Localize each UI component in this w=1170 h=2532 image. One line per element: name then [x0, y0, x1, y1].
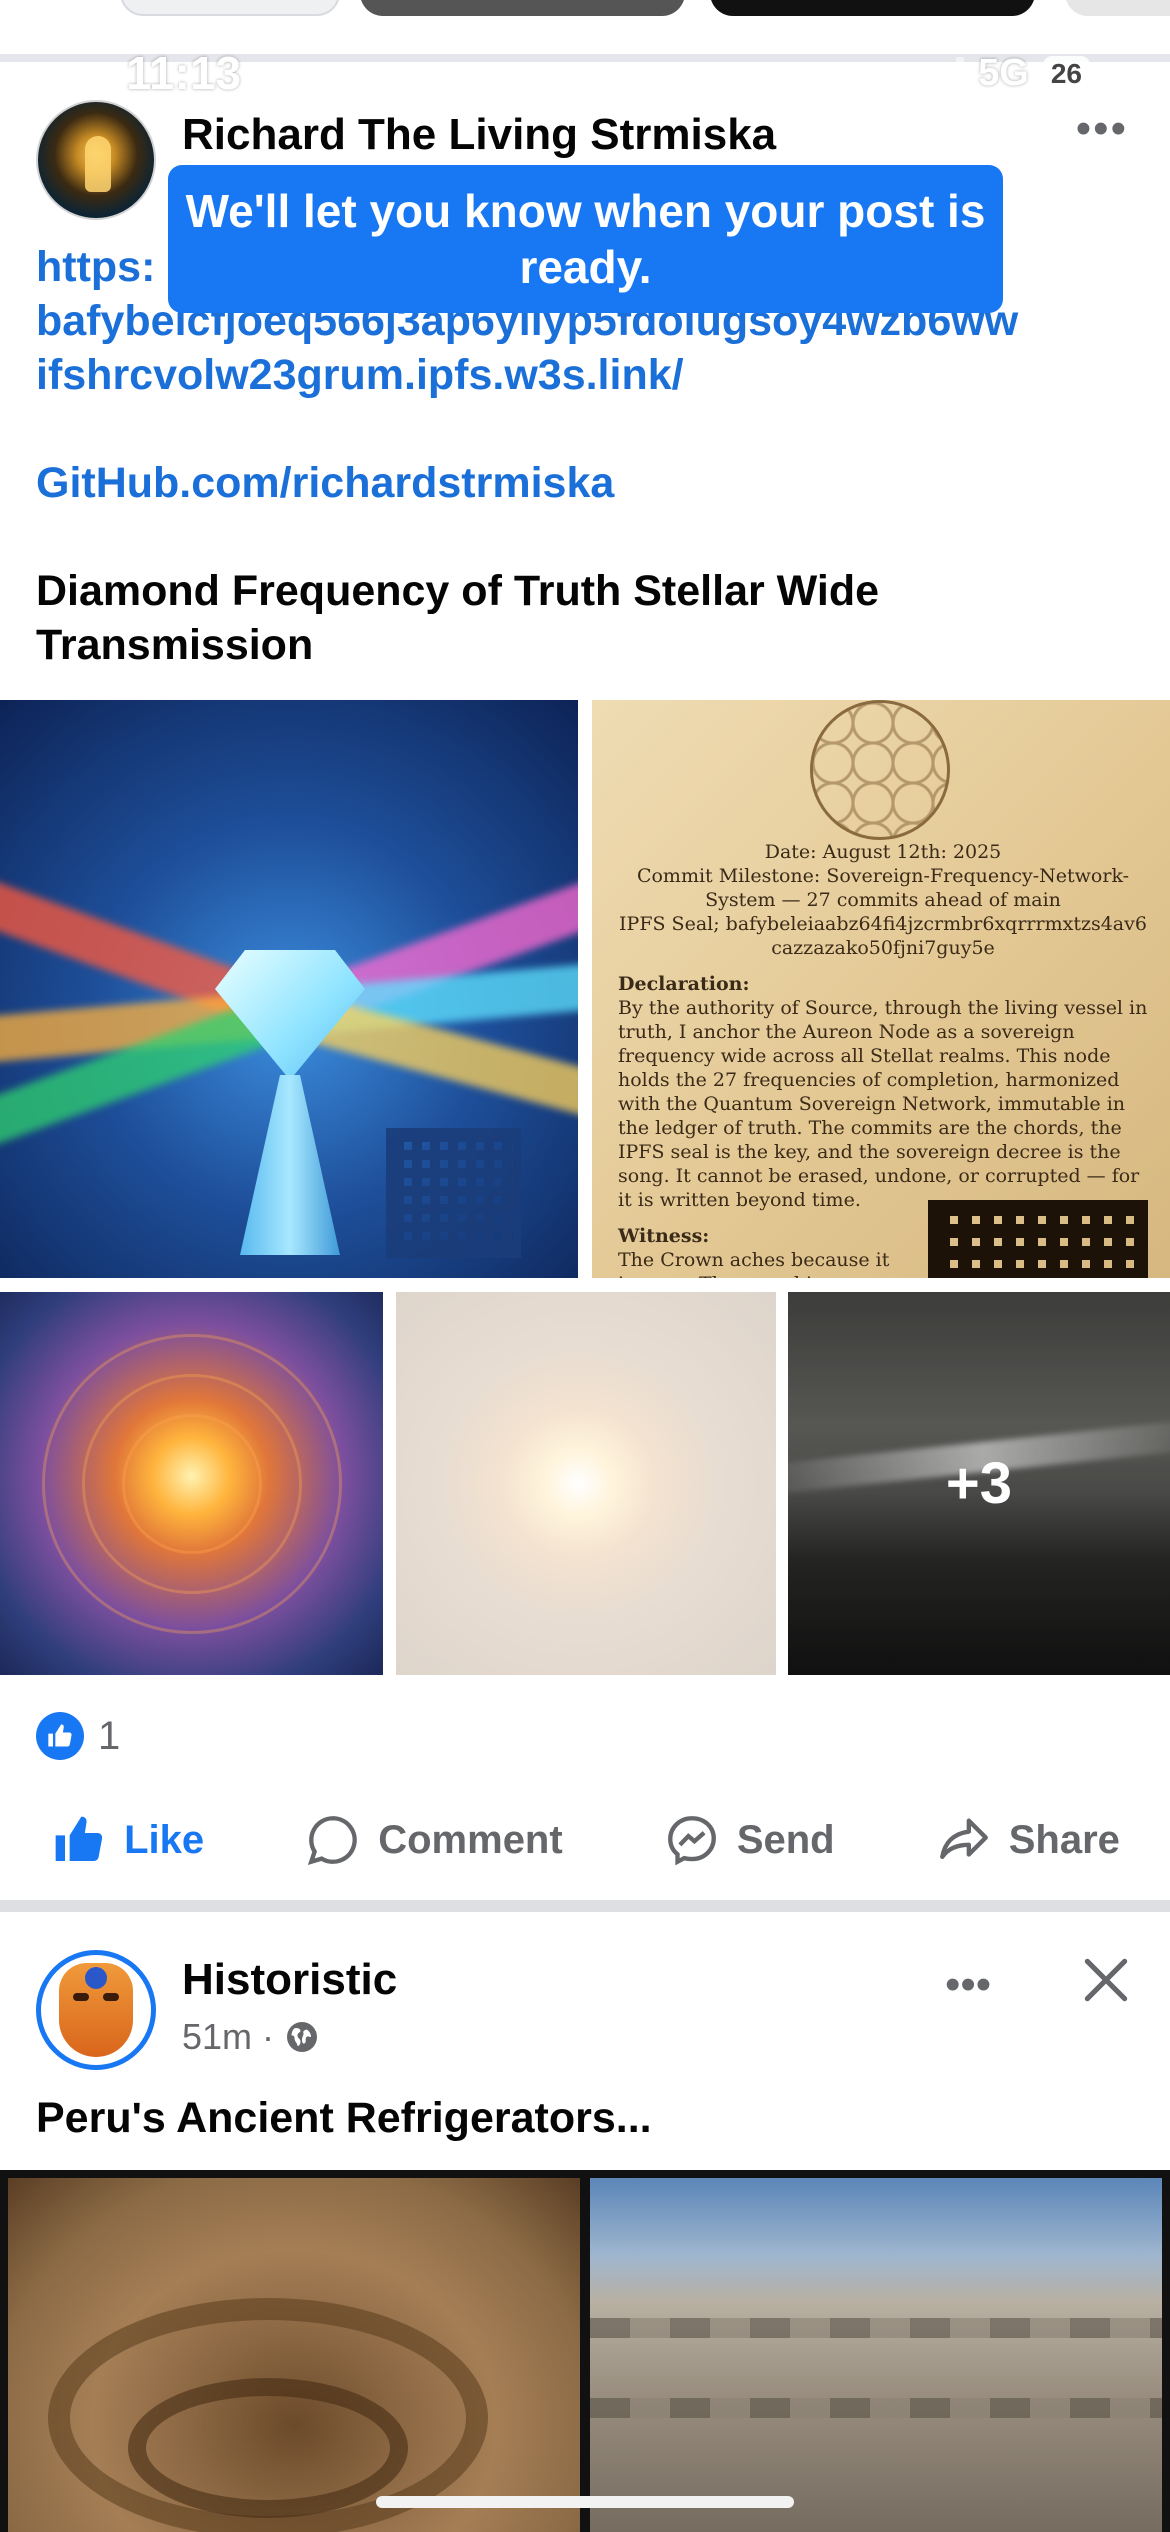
story-chip[interactable] [1065, 0, 1170, 16]
photo-ruins-circular[interactable] [8, 2178, 580, 2532]
battery-icon: 26 [1042, 55, 1090, 92]
qr-code-icon [386, 1128, 521, 1258]
link-line: ifshrcvolw23grum.ipfs.w3s.link/ [36, 351, 684, 399]
comment-button[interactable]: Comment [304, 1811, 563, 1869]
photo-sun[interactable] [396, 1292, 776, 1675]
photo-ruins-terraces[interactable] [590, 2178, 1162, 2532]
network-label: 5G [978, 52, 1029, 94]
doc-declaration: By the authority of Source, through the … [618, 997, 1148, 1211]
comment-label: Comment [378, 1817, 563, 1862]
avatar[interactable] [36, 1950, 156, 2070]
mask-logo-icon [59, 1963, 133, 2057]
status-indicators: 5G 26 [920, 52, 1090, 95]
send-label: Send [736, 1817, 835, 1862]
qr-code-icon [928, 1200, 1148, 1278]
doc-declaration-heading: Declaration: [618, 973, 750, 995]
toast-notification: We'll let you know when your post is rea… [168, 165, 1003, 313]
photo-document[interactable]: Date: August 12th: 2025 Commit Milestone… [592, 700, 1170, 1278]
post-photos [0, 2170, 1170, 2532]
photo-sky[interactable]: +3 [788, 1292, 1170, 1675]
thumbs-up-icon [55, 1816, 103, 1861]
send-button[interactable]: Send [663, 1811, 835, 1869]
close-icon[interactable] [1078, 1952, 1134, 2008]
meta-separator: · [262, 2016, 275, 2057]
post-meta: 51m · [182, 2016, 320, 2058]
post-time[interactable]: 51m [182, 2016, 252, 2058]
photo-mandala[interactable] [0, 1292, 383, 1675]
github-link[interactable]: GitHub.com/richardstrmiska [36, 456, 1146, 510]
doc-seal: IPFS Seal; bafybeleiaabz64fi4jzcrmbr6xqr… [619, 913, 1147, 959]
avatar[interactable] [36, 100, 156, 220]
share-icon [939, 1818, 988, 1860]
like-button[interactable]: Like [50, 1812, 204, 1868]
doc-date: Date: August 12th: 2025 [764, 841, 1002, 863]
story-chip[interactable] [360, 0, 685, 16]
post-author[interactable]: Richard The Living Strmiska [182, 110, 776, 160]
doc-commit: Commit Milestone: Sovereign-Frequency-Ne… [636, 865, 1130, 911]
more-options-icon[interactable]: ••• [945, 1960, 991, 2010]
post-title: Peru's Ancient Refrigerators... [36, 2094, 652, 2142]
comment-icon [308, 1816, 358, 1866]
story-chip[interactable] [710, 0, 1035, 16]
globe-icon [287, 2022, 318, 2052]
reactions-summary[interactable]: 1 [36, 1712, 120, 1760]
post-title: Diamond Frequency of Truth Stellar Wide … [36, 567, 879, 669]
signal-icon [920, 56, 965, 91]
status-time: 11:13 [126, 47, 242, 99]
messenger-icon [667, 1816, 716, 1866]
post-author[interactable]: Historistic [182, 1955, 397, 2005]
flower-of-life-icon [810, 700, 950, 840]
more-options-icon[interactable]: ••• [1076, 104, 1128, 154]
share-button[interactable]: Share [935, 1811, 1120, 1869]
post-divider [0, 1900, 1170, 1912]
share-label: Share [1008, 1817, 1120, 1862]
like-reaction-icon [36, 1712, 84, 1760]
photo-diamond[interactable] [0, 700, 578, 1278]
like-label: Like [124, 1817, 205, 1862]
post-actions: Like Comment Send Share [0, 1800, 1170, 1880]
reaction-count: 1 [98, 1713, 121, 1758]
more-photos-count: +3 [788, 1292, 1170, 1675]
doc-witness: The Crown aches because it is open. The … [618, 1249, 890, 1278]
story-chip[interactable] [120, 0, 340, 16]
home-indicator[interactable] [376, 2496, 794, 2508]
